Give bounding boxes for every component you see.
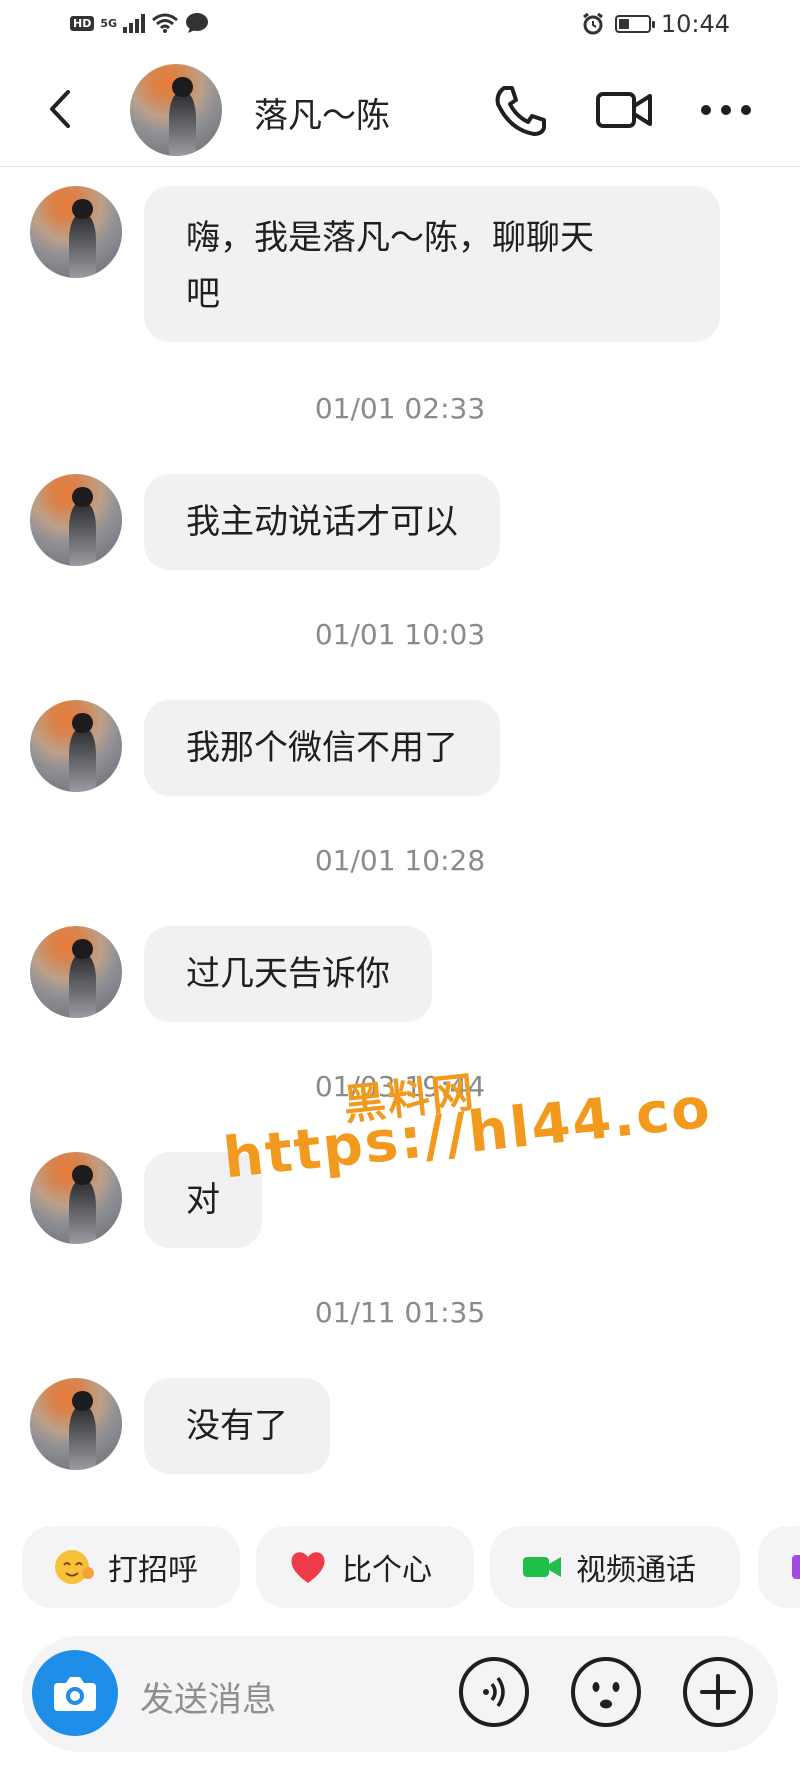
- status-right: 10:44: [581, 10, 730, 38]
- hd-badge: HD: [70, 15, 95, 31]
- message-bubble[interactable]: 嗨，我是落凡～陈，聊聊天 吧: [144, 186, 720, 342]
- purple-action-icon: [788, 1545, 800, 1589]
- message-bubble[interactable]: 没有了: [144, 1378, 330, 1474]
- camera-icon[interactable]: [32, 1650, 118, 1736]
- video-camera-icon: [520, 1545, 564, 1589]
- message-notification-icon: [186, 13, 209, 33]
- message-bubble[interactable]: 过几天告诉你: [144, 926, 432, 1022]
- chat-header: 落凡～陈: [0, 54, 800, 167]
- voice-icon[interactable]: [456, 1654, 532, 1730]
- message-bubble[interactable]: 我主动说话才可以: [144, 474, 500, 570]
- sender-avatar[interactable]: [30, 186, 122, 278]
- message-text-line: 吧: [186, 274, 220, 314]
- message-bubble[interactable]: 对: [144, 1152, 262, 1248]
- quick-action-more[interactable]: [758, 1526, 800, 1608]
- quick-action-label: 比个心: [342, 1553, 432, 1588]
- message-list[interactable]: 嗨，我是落凡～陈，聊聊天 吧 01/01 02:33 我主动说话才可以 01/0…: [0, 166, 800, 1516]
- message-input-bar: 发送消息: [22, 1636, 778, 1752]
- message-text-line: 嗨，我是落凡～陈，聊聊天: [186, 218, 594, 258]
- message-timestamp: 01/01 10:03: [314, 618, 486, 651]
- quick-action-label: 打招呼: [108, 1553, 198, 1588]
- message-timestamp: 01/11 01:35: [314, 1296, 486, 1329]
- quick-action-label: 视频通话: [576, 1553, 696, 1588]
- message-timestamp: 01/01 10:28: [314, 844, 486, 877]
- signal-icon: [123, 13, 146, 33]
- message-timestamp: 01/01 02:33: [314, 392, 486, 425]
- sender-avatar[interactable]: [30, 474, 122, 566]
- contact-name[interactable]: 落凡～陈: [254, 88, 390, 137]
- alarm-icon: [582, 12, 603, 35]
- status-left: HD 5G: [70, 12, 209, 34]
- emoji-icon[interactable]: [568, 1654, 644, 1730]
- heart-icon: [286, 1545, 330, 1589]
- wifi-icon: [152, 13, 178, 33]
- sender-avatar[interactable]: [30, 926, 122, 1018]
- wave-emoji-icon: [52, 1545, 96, 1589]
- contact-avatar[interactable]: [130, 64, 222, 156]
- message-bubble[interactable]: 我那个微信不用了: [144, 700, 500, 796]
- status-bar: HD 5G 10:44: [0, 0, 800, 54]
- sender-avatar[interactable]: [30, 700, 122, 792]
- message-input[interactable]: 发送消息: [140, 1672, 276, 1721]
- video-call-icon[interactable]: [594, 82, 654, 138]
- battery-icon: [614, 15, 655, 33]
- plus-icon[interactable]: [680, 1654, 756, 1730]
- quick-actions-bar: 打招呼 比个心 视频通话: [0, 1526, 800, 1610]
- quick-action-wave[interactable]: 打招呼: [22, 1526, 240, 1608]
- message-timestamp: 01/03 19:44: [314, 1070, 486, 1103]
- quick-action-video[interactable]: 视频通话: [490, 1526, 740, 1608]
- more-dots-icon[interactable]: [696, 82, 756, 138]
- sender-avatar[interactable]: [30, 1378, 122, 1470]
- status-time: 10:44: [660, 10, 730, 38]
- phone-icon[interactable]: [490, 82, 550, 138]
- network-type: 5G: [100, 16, 118, 30]
- quick-action-heart[interactable]: 比个心: [256, 1526, 474, 1608]
- back-arrow-icon[interactable]: [40, 84, 80, 134]
- sender-avatar[interactable]: [30, 1152, 122, 1244]
